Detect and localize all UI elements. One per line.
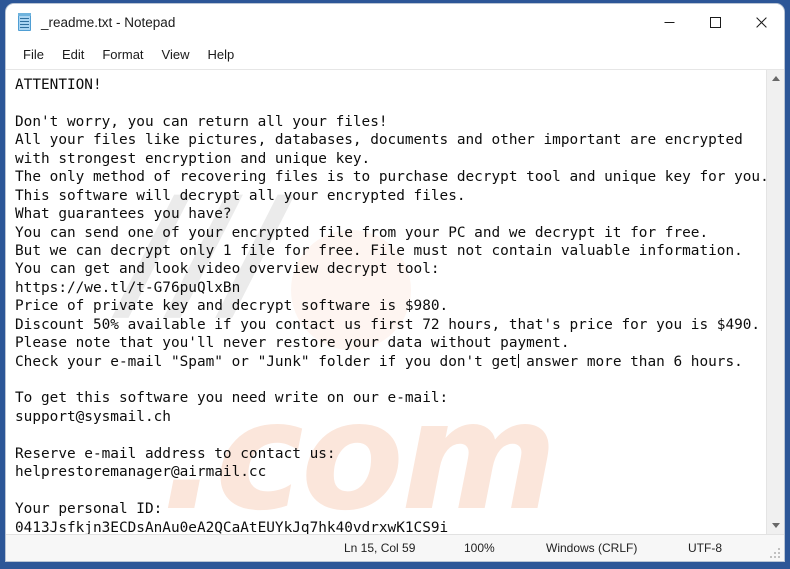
text-line: Please note that you'll never restore yo… [15,335,570,352]
text-line: ATTENTION! [15,77,102,93]
menu-item-view[interactable]: View [153,44,199,65]
text-line: Price of private key and decrypt softwar… [15,298,449,315]
text-line: https://we.tl/t-G76puQlxBn [15,279,241,296]
maximize-icon [709,16,721,28]
menu-item-file[interactable]: File [14,44,53,65]
text-line: But we can decrypt only 1 file for free.… [15,242,743,259]
status-encoding[interactable]: UTF-8 [678,541,768,555]
text-line: with strongest encryption and unique key… [15,150,371,167]
text-editor[interactable]: /// .com ATTENTION! Don't worry, you can… [6,70,766,534]
text-line [15,426,766,444]
status-line-ending[interactable]: Windows (CRLF) [536,541,678,555]
text-line [15,371,766,389]
chevron-down-icon [771,523,780,528]
title-bar-left: _readme.txt - Notepad [6,12,176,32]
text-line: support@sysmail.ch [15,408,171,425]
text-line: Discount 50% available if you contact us… [15,316,761,333]
editor-area: /// .com ATTENTION! Don't worry, you can… [6,70,784,534]
text-line-segment: answer more than 6 hours. [517,353,743,370]
text-line: Don't worry, you can return all your fil… [15,113,388,130]
document-text[interactable]: ATTENTION! Don't worry, you can return a… [6,70,766,534]
text-line: What guarantees you have? [15,206,232,223]
text-line [15,94,766,112]
status-zoom-level[interactable]: 100% [454,541,536,555]
close-icon [755,16,767,28]
text-line: This software will decrypt all your encr… [15,187,466,204]
text-line: 0413Jsfkjn3ECDsAnAu0eA2QCaAtEUYkJq7hk40v… [15,519,449,535]
vertical-scrollbar[interactable] [766,70,784,534]
menu-item-edit[interactable]: Edit [53,44,93,65]
minimize-icon [664,21,674,23]
text-line: You can get and look video overview decr… [15,261,440,278]
scroll-down-button[interactable] [767,517,784,534]
text-line: Reserve e-mail address to contact us: [15,445,336,462]
text-line: All your files like pictures, databases,… [15,132,743,149]
notepad-icon [16,12,33,32]
menu-item-format[interactable]: Format [93,44,152,65]
minimize-button[interactable] [646,4,692,40]
status-cursor-position[interactable]: Ln 15, Col 59 [334,541,454,555]
text-line: Your personal ID: [15,501,163,518]
text-line: Check your e-mail "Spam" or "Junk" folde… [15,353,766,371]
text-line: You can send one of your encrypted file … [15,224,709,241]
close-button[interactable] [738,4,784,40]
menu-item-help[interactable]: Help [198,44,243,65]
menu-bar: File Edit Format View Help [6,40,784,70]
text-line-segment: Check your e-mail "Spam" or "Junk" folde… [15,353,518,370]
text-line [15,482,766,500]
status-bar: Ln 15, Col 59 100% Windows (CRLF) UTF-8 [6,534,784,561]
text-line: To get this software you need write on o… [15,390,449,407]
resize-grip-icon[interactable] [768,546,780,558]
scroll-up-button[interactable] [767,70,784,87]
window-controls [646,4,784,40]
window-title: _readme.txt - Notepad [41,14,176,30]
chevron-up-icon [771,76,780,81]
text-line: helprestoremanager@airmail.cc [15,464,267,481]
notepad-window: _readme.txt - Notepad File Edit Format V… [6,4,784,561]
title-bar[interactable]: _readme.txt - Notepad [6,4,784,40]
maximize-button[interactable] [692,4,738,40]
scrollbar-track[interactable] [767,87,784,517]
text-line: The only method of recovering files is t… [15,169,766,186]
